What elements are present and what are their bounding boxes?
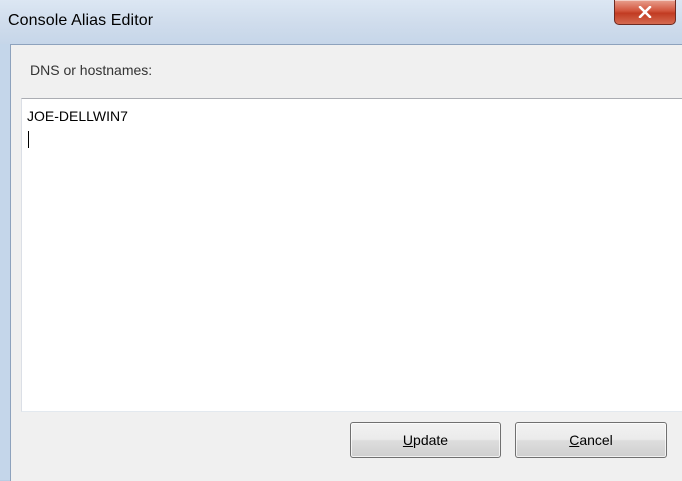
text-caret [28, 131, 29, 148]
cancel-label-rest: ancel [579, 432, 613, 448]
update-button[interactable]: Update [350, 422, 501, 458]
dialog-window: Console Alias Editor DNS or hostnames: J… [0, 0, 682, 481]
cancel-mnemonic: C [569, 432, 580, 448]
update-label-rest: pdate [413, 432, 449, 448]
hostnames-label: DNS or hostnames: [30, 62, 153, 78]
cancel-button[interactable]: Cancel [515, 422, 667, 458]
hostnames-text-line: JOE-DELLWIN7 [27, 108, 128, 124]
title-bar[interactable]: Console Alias Editor [0, 0, 682, 44]
hostnames-textarea[interactable]: JOE-DELLWIN7 [21, 98, 682, 412]
window-title: Console Alias Editor [8, 12, 154, 29]
update-mnemonic: U [402, 432, 414, 448]
dialog-client-area: DNS or hostnames: JOE-DELLWIN7 Update Ca… [10, 44, 682, 481]
close-button[interactable] [614, 0, 676, 25]
close-icon [638, 6, 652, 18]
